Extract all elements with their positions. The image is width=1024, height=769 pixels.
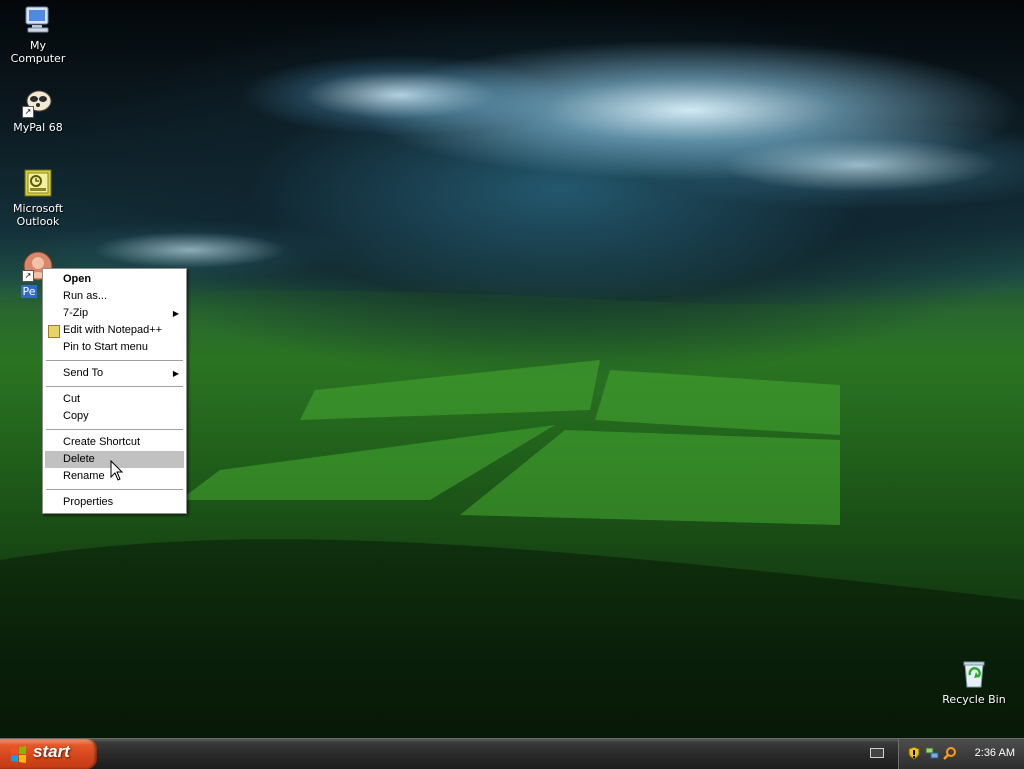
desktop-icon-label: MyPal 68	[13, 121, 63, 134]
menu-item-label: Open	[63, 273, 92, 285]
shortcut-arrow-icon: ↗	[22, 270, 34, 282]
submenu-arrow-icon: ▶	[172, 369, 179, 378]
shortcut-arrow-icon: ↗	[22, 106, 34, 118]
menu-separator	[46, 429, 183, 430]
menu-item-label: 7-Zip	[63, 307, 89, 319]
menu-item-label: Rename	[63, 470, 105, 482]
menu-item-label: Run as...	[63, 290, 108, 302]
menu-item-label: Send To	[63, 367, 104, 379]
menu-item-pin-start[interactable]: Pin to Start menu	[45, 339, 184, 356]
menu-item-label: Pin to Start menu	[63, 341, 148, 353]
desktop-icon-label: My Computer	[10, 39, 66, 65]
desktop-icon-mypal[interactable]: ↗ MyPal 68	[0, 86, 76, 134]
menu-item-label: Properties	[63, 496, 114, 508]
menu-separator	[46, 360, 183, 361]
start-label: start	[33, 742, 70, 761]
menu-item-label: Create Shortcut	[63, 436, 141, 448]
desktop-icon-label: Pe	[21, 285, 37, 298]
desktop-icon-label: Microsoft Outlook	[12, 202, 64, 228]
menu-item-label: Edit with Notepad++	[63, 324, 163, 336]
recycle-bin-icon	[958, 658, 990, 690]
mypal-icon: ↗	[22, 86, 54, 118]
menu-item-label: Cut	[63, 393, 81, 405]
search-icon[interactable]	[943, 746, 957, 760]
outlook-icon	[22, 167, 54, 199]
desktop-icon-label: Recycle Bin	[942, 693, 1006, 706]
notepadpp-icon	[48, 325, 60, 338]
security-shield-icon[interactable]	[907, 746, 921, 760]
menu-item-cut[interactable]: Cut	[45, 391, 184, 408]
windows-logo-icon	[11, 746, 26, 763]
menu-item-7zip[interactable]: 7-Zip ▶	[45, 305, 184, 322]
menu-item-create-shortcut[interactable]: Create Shortcut	[45, 434, 184, 451]
menu-item-edit-notepadpp[interactable]: Edit with Notepad++	[45, 322, 184, 339]
menu-item-properties[interactable]: Properties	[45, 494, 184, 511]
menu-separator	[46, 386, 183, 387]
clock[interactable]: 2:36 AM	[975, 747, 1015, 759]
network-icon[interactable]	[925, 746, 939, 760]
mouse-cursor-icon	[110, 460, 124, 481]
menu-item-run-as[interactable]: Run as...	[45, 288, 184, 305]
submenu-arrow-icon: ▶	[172, 309, 179, 318]
menu-item-label: Copy	[63, 410, 89, 422]
keyboard-icon[interactable]	[870, 748, 884, 758]
desktop-icon-my-computer[interactable]: My Computer	[0, 4, 76, 65]
my-computer-icon	[22, 4, 54, 36]
system-tray: 2:36 AM	[898, 739, 1024, 769]
start-button[interactable]: start	[0, 739, 97, 769]
menu-item-label: Delete	[63, 453, 95, 465]
desktop-icon-outlook[interactable]: Microsoft Outlook	[0, 167, 76, 228]
menu-item-open[interactable]: Open	[45, 271, 184, 288]
menu-item-copy[interactable]: Copy	[45, 408, 184, 425]
menu-separator	[46, 489, 183, 490]
menu-item-send-to[interactable]: Send To ▶	[45, 365, 184, 382]
desktop-icon-recycle-bin[interactable]: Recycle Bin	[936, 658, 1012, 706]
